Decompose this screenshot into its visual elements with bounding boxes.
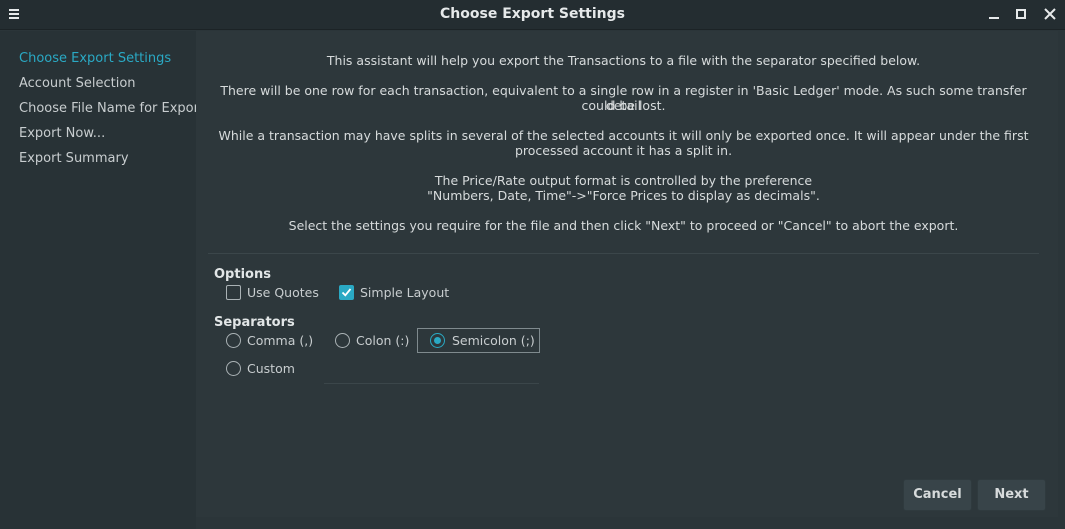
sidebar-item-export-now[interactable]: Export Now... (19, 126, 105, 141)
intro-paragraph-3-line-1: While a transaction may have splits in s… (218, 128, 1029, 143)
separators-heading: Separators (214, 315, 295, 330)
intro-paragraph-2-line-2: could be lost. (581, 98, 666, 113)
comma-radio[interactable] (226, 333, 241, 348)
assistant-steps-sidebar: Choose Export Settings Account Selection… (0, 31, 204, 529)
intro-paragraph-5: Select the settings you require for the … (288, 218, 959, 233)
custom-radio[interactable] (226, 361, 241, 376)
maximize-button[interactable] (1012, 6, 1030, 24)
use-quotes-label[interactable]: Use Quotes (247, 285, 319, 300)
close-icon (1044, 8, 1056, 20)
checkmark-icon (341, 288, 352, 297)
intro-paragraph-4-line-2: "Numbers, Date, Time"->"Force Prices to … (427, 188, 820, 203)
simple-layout-label[interactable]: Simple Layout (360, 285, 449, 300)
close-button[interactable] (1041, 6, 1059, 24)
sidebar-item-account-selection[interactable]: Account Selection (19, 76, 136, 91)
section-divider (208, 253, 1039, 254)
minimize-button[interactable] (985, 6, 1003, 24)
window-title: Choose Export Settings (440, 6, 625, 22)
semicolon-radio[interactable] (430, 333, 445, 348)
sidebar-item-export-summary[interactable]: Export Summary (19, 151, 129, 166)
sidebar-item-choose-export-settings[interactable]: Choose Export Settings (19, 51, 171, 66)
semicolon-label[interactable]: Semicolon (;) (452, 333, 535, 348)
simple-layout-checkbox[interactable] (339, 285, 354, 300)
main-panel: This assistant will help you export the … (196, 31, 1058, 517)
sidebar-item-choose-file-name[interactable]: Choose File Name for Export (19, 101, 204, 116)
colon-label[interactable]: Colon (:) (356, 333, 409, 348)
radio-dot-icon (434, 337, 441, 344)
cancel-button[interactable]: Cancel (903, 479, 972, 511)
custom-separator-underline (324, 383, 539, 384)
custom-label[interactable]: Custom (247, 361, 295, 376)
options-heading: Options (214, 267, 271, 282)
colon-radio[interactable] (335, 333, 350, 348)
intro-paragraph-1: This assistant will help you export the … (326, 53, 921, 68)
intro-paragraph-4-line-1: The Price/Rate output format is controll… (434, 173, 813, 188)
title-bar: Choose Export Settings (0, 0, 1065, 30)
next-button[interactable]: Next (977, 479, 1046, 511)
intro-paragraph-3-line-2: processed account it has a split in. (514, 143, 733, 158)
maximize-icon (1016, 9, 1026, 19)
minimize-icon (989, 17, 999, 19)
use-quotes-checkbox[interactable] (226, 285, 241, 300)
comma-label[interactable]: Comma (,) (247, 333, 313, 348)
